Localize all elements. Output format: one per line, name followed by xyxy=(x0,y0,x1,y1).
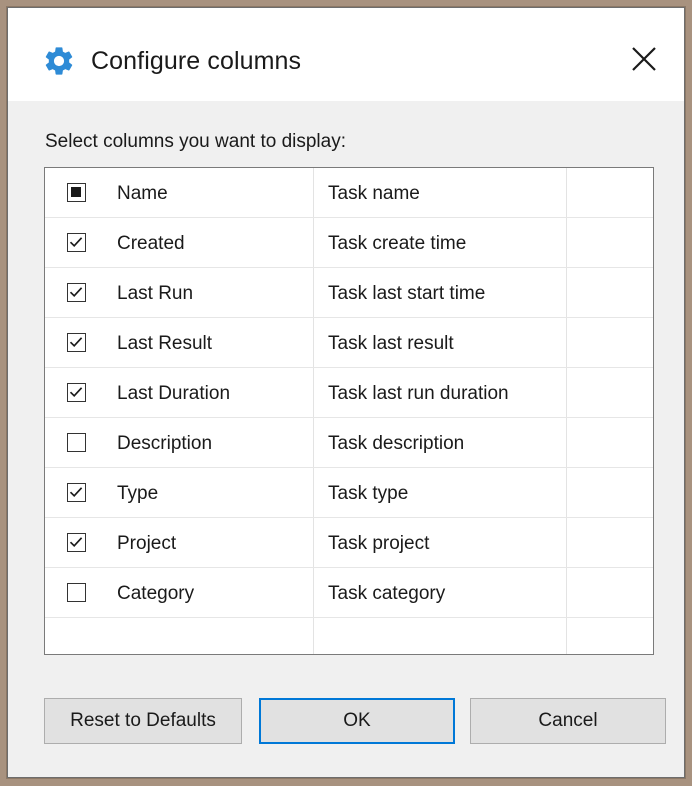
column-description: Task name xyxy=(328,183,420,204)
column-checkbox[interactable] xyxy=(67,533,86,552)
close-icon xyxy=(631,46,657,77)
column-description: Task last result xyxy=(328,333,454,354)
title-bar: Configure columns xyxy=(8,8,684,101)
list-item[interactable]: Name Task name xyxy=(45,168,653,218)
column-description: Task last start time xyxy=(328,283,486,304)
column-checkbox[interactable] xyxy=(67,233,86,252)
column-description: Task create time xyxy=(328,233,467,254)
list-item[interactable]: Last Run Task last start time xyxy=(45,268,653,318)
column-name: Project xyxy=(117,533,177,554)
list-item[interactable]: Description Task description xyxy=(45,418,653,468)
column-name: Type xyxy=(117,483,159,504)
column-checkbox[interactable] xyxy=(67,283,86,302)
column-description: Task last run duration xyxy=(328,383,509,404)
column-checkbox[interactable] xyxy=(67,483,86,502)
column-checkbox[interactable] xyxy=(67,333,86,352)
indeterminate-mark xyxy=(71,187,81,197)
column-name: Category xyxy=(117,583,195,604)
list-item[interactable]: Created Task create time xyxy=(45,218,653,268)
list-item[interactable]: Last Result Task last result xyxy=(45,318,653,368)
column-description: Task type xyxy=(328,483,409,504)
column-description: Task description xyxy=(328,433,465,454)
column-name: Last Result xyxy=(117,333,213,354)
column-description: Task category xyxy=(328,583,446,604)
list-item[interactable]: Project Task project xyxy=(45,518,653,568)
column-name: Last Run xyxy=(117,283,194,304)
ok-button[interactable]: OK xyxy=(259,698,455,744)
column-name: Name xyxy=(117,183,168,204)
configure-columns-dialog: Configure columns Select columns you wan… xyxy=(7,7,685,778)
dialog-title: Configure columns xyxy=(91,47,302,75)
list-item[interactable]: Category Task category xyxy=(45,568,653,618)
column-name: Description xyxy=(117,433,213,454)
gear-icon xyxy=(42,44,76,78)
cancel-button[interactable]: Cancel xyxy=(470,698,666,744)
columns-list[interactable]: Name Task name Created Task create time Last… xyxy=(44,167,654,655)
list-item[interactable]: Last Duration Task last run duration xyxy=(45,368,653,418)
empty-row xyxy=(45,618,653,654)
reset-to-defaults-button[interactable]: Reset to Defaults xyxy=(44,698,242,744)
list-item[interactable]: Type Task type xyxy=(45,468,653,518)
column-name: Created xyxy=(117,233,185,254)
instruction-label: Select columns you want to display: xyxy=(45,131,346,152)
column-checkbox[interactable] xyxy=(67,383,86,402)
close-button[interactable] xyxy=(624,41,664,81)
column-checkbox[interactable] xyxy=(67,583,86,602)
column-checkbox[interactable] xyxy=(67,183,86,202)
column-description: Task project xyxy=(328,533,430,554)
column-name: Last Duration xyxy=(117,383,231,404)
column-checkbox[interactable] xyxy=(67,433,86,452)
